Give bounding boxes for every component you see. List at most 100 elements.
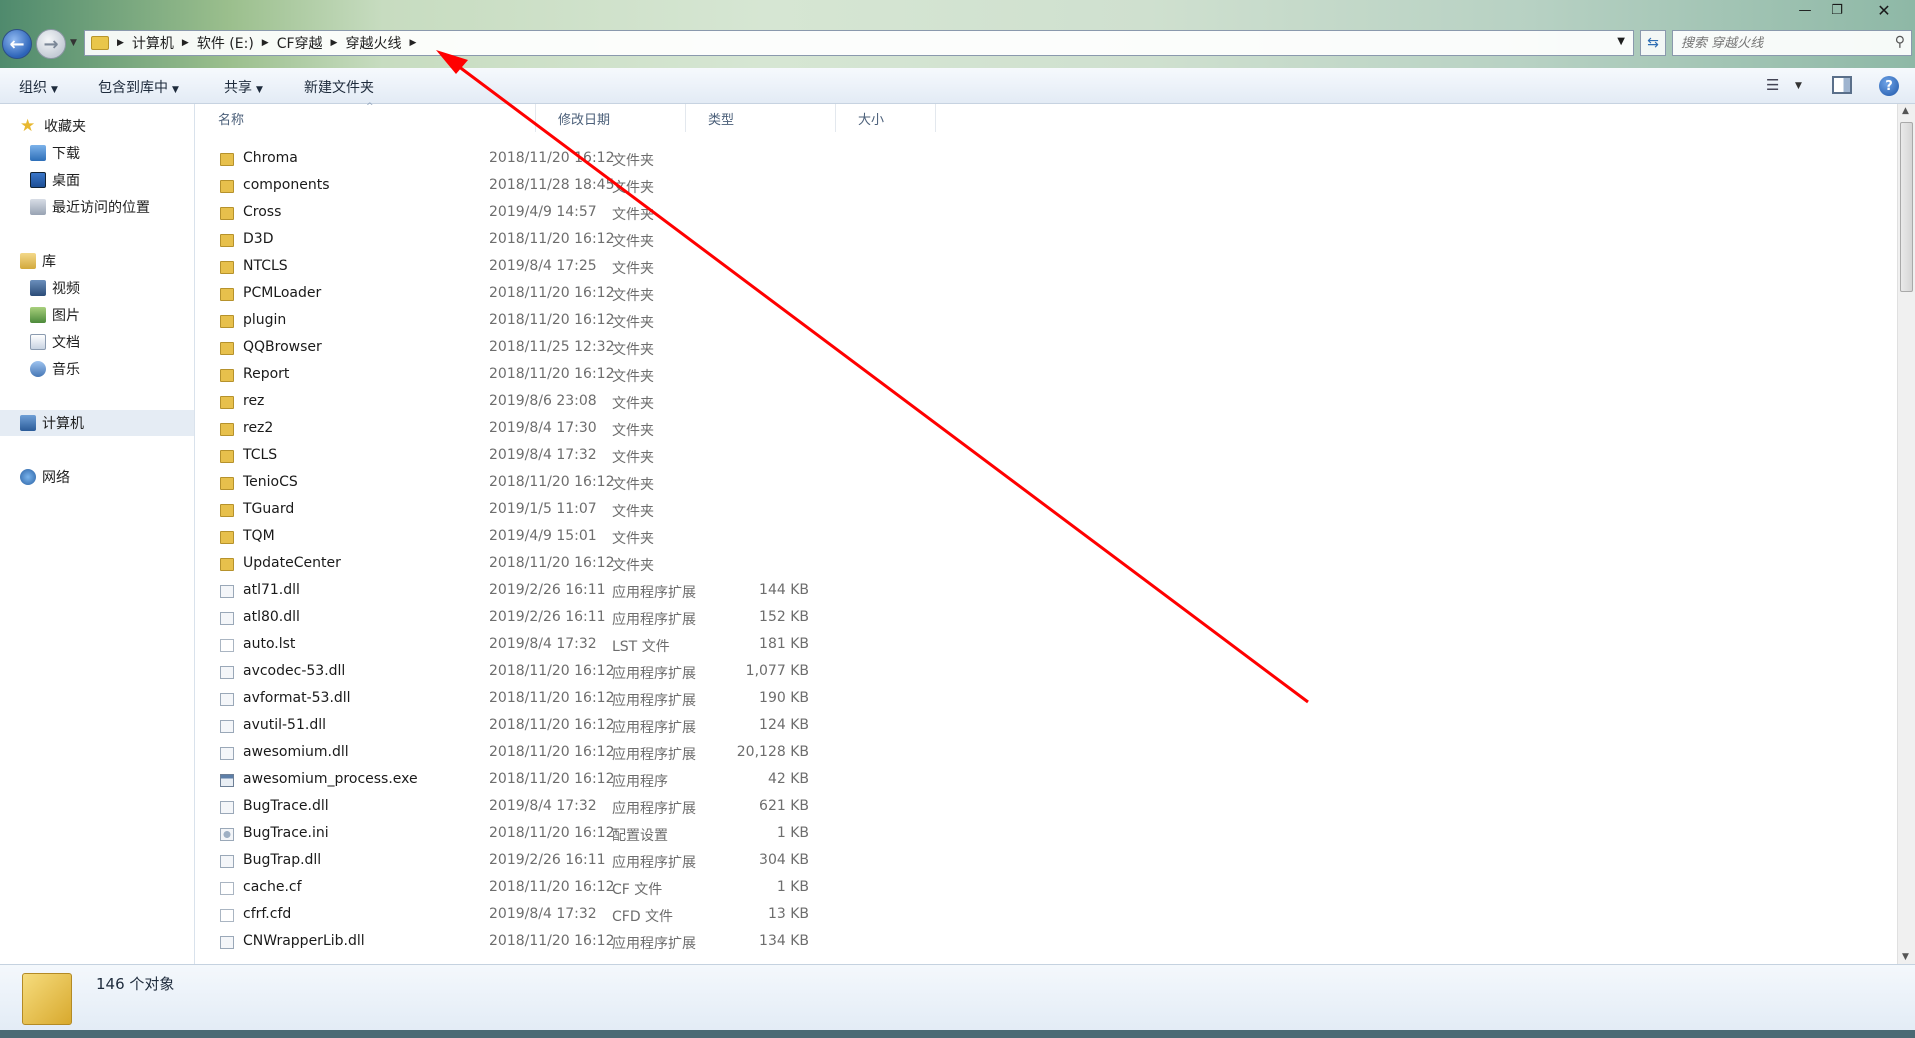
search-input[interactable] [1681, 35, 1881, 51]
file-row[interactable]: D3D 2018/11/20 16:12 文件夹 [210, 229, 950, 251]
nav-favorites[interactable]: ★ 收藏夹 [20, 114, 86, 138]
help-icon[interactable]: ? [1879, 76, 1899, 96]
file-row[interactable]: UpdateCenter 2018/11/20 16:12 文件夹 [210, 553, 950, 575]
file-row[interactable]: BugTrace.dll 2019/8/4 17:32 应用程序扩展 621 KB [210, 796, 950, 818]
include-in-library-button[interactable]: 包含到库中 ▼ [98, 77, 179, 97]
file-type: 文件夹 [612, 396, 654, 412]
file-row[interactable]: atl80.dll 2019/2/26 16:11 应用程序扩展 152 KB [210, 607, 950, 629]
file-row[interactable]: awesomium_process.exe 2018/11/20 16:12 应用程… [210, 769, 950, 791]
column-header-type[interactable]: 类型 [686, 104, 836, 132]
breadcrumb-separator-icon[interactable]: ▶ [182, 38, 189, 48]
history-dropdown-icon[interactable]: ▼ [70, 38, 77, 48]
file-row[interactable]: Cross 2019/4/9 14:57 文件夹 [210, 202, 950, 224]
file-row[interactable]: CNWrapperLib.dll 2018/11/20 16:12 应用程序扩展 13… [210, 931, 950, 953]
file-row[interactable]: TenioCS 2018/11/20 16:12 文件夹 [210, 472, 950, 494]
file-row[interactable]: Report 2018/11/20 16:12 文件夹 [210, 364, 950, 386]
file-type: 配置设置 [612, 828, 668, 844]
file-type: 应用程序扩展 [612, 855, 696, 871]
file-row[interactable]: rez2 2019/8/4 17:30 文件夹 [210, 418, 950, 440]
maximize-button[interactable]: ❐ [1822, 0, 1852, 20]
nav-libraries[interactable]: 库 [20, 249, 56, 273]
nav-computer[interactable]: 计算机 [20, 411, 84, 435]
organize-button[interactable]: 组织 ▼ [19, 77, 58, 97]
address-dropdown-icon[interactable]: ▼ [1617, 36, 1625, 47]
file-row[interactable]: plugin 2018/11/20 16:12 文件夹 [210, 310, 950, 332]
file-type: 文件夹 [612, 207, 654, 223]
dll-file-icon [220, 801, 234, 814]
file-row[interactable]: components 2018/11/28 18:45 文件夹 [210, 175, 950, 197]
breadcrumb-current-folder[interactable]: 穿越火线 [345, 33, 401, 53]
file-type: 应用程序扩展 [612, 936, 696, 952]
scroll-down-icon[interactable]: ▼ [1902, 952, 1909, 962]
nav-network[interactable]: 网络 [20, 465, 70, 489]
scroll-up-icon[interactable]: ▲ [1902, 106, 1909, 116]
share-button[interactable]: 共享 ▼ [224, 77, 263, 97]
download-folder-icon [30, 145, 46, 161]
vertical-scrollbar[interactable]: ▲ ▼ [1897, 104, 1915, 964]
breadcrumb-separator-icon[interactable]: ▶ [409, 38, 416, 48]
folder-icon [220, 315, 234, 328]
column-header-size[interactable]: 大小 [836, 104, 936, 132]
file-type: 应用程序扩展 [612, 720, 696, 736]
back-button[interactable]: ← [2, 29, 32, 59]
file-row[interactable]: auto.lst 2019/8/4 17:32 LST 文件 181 KB [210, 634, 950, 656]
forward-arrow-icon: → [43, 33, 59, 55]
nav-desktop[interactable]: 桌面 [30, 168, 80, 192]
breadcrumb-separator-icon[interactable]: ▶ [331, 38, 338, 48]
minimize-button[interactable]: — [1790, 0, 1820, 20]
nav-pictures[interactable]: 图片 [30, 303, 80, 327]
breadcrumb-cf[interactable]: CF穿越 [277, 33, 323, 53]
file-row[interactable]: NTCLS 2019/8/4 17:25 文件夹 [210, 256, 950, 278]
nav-music[interactable]: 音乐 [30, 357, 80, 381]
breadcrumb-computer[interactable]: 计算机 [132, 33, 174, 53]
file-row[interactable]: avformat-53.dll 2018/11/20 16:12 应用程序扩展 190… [210, 688, 950, 710]
recent-places-icon [30, 199, 46, 215]
file-row[interactable]: PCMLoader 2018/11/20 16:12 文件夹 [210, 283, 950, 305]
breadcrumb-drive-e[interactable]: 软件 (E:) [197, 33, 254, 53]
file-date: 2018/11/20 16:12 [489, 690, 615, 706]
file-name: plugin [243, 312, 287, 328]
file-size: 20,128 KB [736, 744, 809, 760]
preview-pane-icon[interactable] [1832, 76, 1852, 94]
view-dropdown-icon[interactable]: ▼ [1795, 81, 1802, 91]
star-icon: ★ [20, 116, 36, 136]
command-bar: 组织 ▼ 包含到库中 ▼ 共享 ▼ 新建文件夹 ☰ ▼ ? [0, 68, 1915, 104]
file-size: 124 KB [759, 717, 809, 733]
file-row[interactable]: TCLS 2019/8/4 17:32 文件夹 [210, 445, 950, 467]
file-row[interactable]: QQBrowser 2018/11/25 12:32 文件夹 [210, 337, 950, 359]
file-row[interactable]: BugTrace.ini 2018/11/20 16:12 配置设置 1 KB [210, 823, 950, 845]
breadcrumb-separator-icon[interactable]: ▶ [117, 38, 124, 48]
breadcrumb-separator-icon[interactable]: ▶ [262, 38, 269, 48]
search-box[interactable]: ⚲ [1672, 30, 1912, 56]
search-icon[interactable]: ⚲ [1895, 34, 1905, 50]
file-row[interactable]: cache.cf 2018/11/20 16:12 CF 文件 1 KB [210, 877, 950, 899]
file-row[interactable]: cfrf.cfd 2019/8/4 17:32 CFD 文件 13 KB [210, 904, 950, 926]
nav-videos[interactable]: 视频 [30, 276, 80, 300]
nav-recent-places[interactable]: 最近访问的位置 [30, 195, 150, 219]
column-header-date[interactable]: 修改日期 [536, 104, 686, 132]
file-row[interactable]: avutil-51.dll 2018/11/20 16:12 应用程序扩展 124 K… [210, 715, 950, 737]
nav-documents[interactable]: 文档 [30, 330, 80, 354]
file-date: 2019/1/5 11:07 [489, 501, 597, 517]
address-bar[interactable]: ▶ 计算机 ▶ 软件 (E:) ▶ CF穿越 ▶ 穿越火线 ▶ ▼ [84, 30, 1634, 56]
view-options-icon[interactable]: ☰ [1766, 76, 1779, 94]
new-folder-button[interactable]: 新建文件夹 [304, 77, 374, 97]
file-row[interactable]: BugTrap.dll 2019/2/26 16:11 应用程序扩展 304 KB [210, 850, 950, 872]
file-row[interactable]: TQM 2019/4/9 15:01 文件夹 [210, 526, 950, 548]
file-row[interactable]: awesomium.dll 2018/11/20 16:12 应用程序扩展 20,12… [210, 742, 950, 764]
file-row[interactable]: TGuard 2019/1/5 11:07 文件夹 [210, 499, 950, 521]
nav-downloads[interactable]: 下载 [30, 141, 80, 165]
file-date: 2019/8/4 17:32 [489, 447, 597, 463]
scroll-thumb[interactable] [1900, 122, 1913, 292]
file-row[interactable]: Chroma 2018/11/20 16:12 文件夹 [210, 148, 950, 170]
pictures-library-icon [30, 307, 46, 323]
forward-button[interactable]: → [36, 29, 66, 59]
refresh-button[interactable]: ⇆ [1640, 30, 1666, 56]
column-header-name[interactable]: 名称 ^ [196, 102, 536, 132]
file-date: 2019/4/9 14:57 [489, 204, 597, 220]
file-row[interactable]: avcodec-53.dll 2018/11/20 16:12 应用程序扩展 1,07… [210, 661, 950, 683]
file-row[interactable]: atl71.dll 2019/2/26 16:11 应用程序扩展 144 KB [210, 580, 950, 602]
file-row[interactable]: rez 2019/8/6 23:08 文件夹 [210, 391, 950, 413]
close-button[interactable]: ✕ [1860, 0, 1908, 20]
file-type: 文件夹 [612, 450, 654, 466]
